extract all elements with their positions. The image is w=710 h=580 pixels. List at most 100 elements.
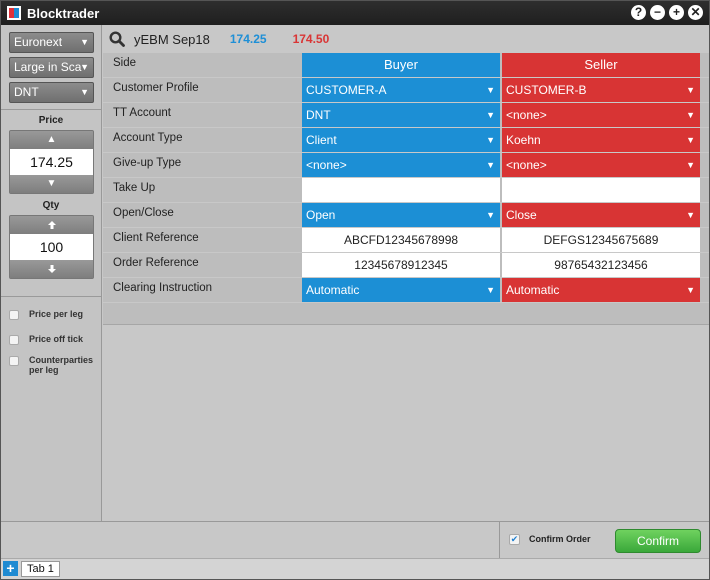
help-icon[interactable]: ? [631,5,646,20]
seller-client-reference-input[interactable]: DEFGS12345675689 [502,228,700,252]
buyer-order-reference-input[interactable]: 12345678912345 [302,253,500,277]
buyer-tt-account-select[interactable]: DNT ▼ [302,103,500,127]
seller-account-type-select[interactable]: Koehn ▼ [502,128,700,152]
select-value: Automatic [306,283,360,297]
row-label: Take Up [113,182,156,194]
row-label: Open/Close [113,207,174,219]
table-row-client-reference: Client Reference ABCFD12345678998 DEFGS1… [103,228,709,253]
select-value: Client [306,133,337,147]
price-per-leg-checkbox[interactable] [9,310,19,320]
account-value: DNT [14,85,39,99]
table-row-give-up-type: Give-up Type <none> ▼ <none> ▼ [103,153,709,178]
seller-customer-profile-select[interactable]: CUSTOMER-B ▼ [502,78,700,102]
qty-decrement-button[interactable] [10,260,93,278]
price-off-tick-option[interactable]: Price off tick [9,334,95,345]
counterparties-per-leg-label: Counterparties per leg [29,355,94,375]
row-label: Clearing Instruction [113,282,213,294]
arrow-up-icon [47,221,56,229]
qty-increment-button[interactable] [10,216,93,234]
select-value: Koehn [506,133,541,147]
select-value: <none> [506,108,547,122]
buyer-header: Buyer [302,53,500,77]
table-row-account-type: Account Type Client ▼ Koehn ▼ [103,128,709,153]
chevron-down-icon: ▼ [486,110,495,120]
select-value: CUSTOMER-A [306,83,387,97]
price-increment-button[interactable]: ▲ [10,131,93,149]
block-type-value: Large in Sca [14,60,82,74]
seller-open-close-select[interactable]: Close ▼ [502,203,700,227]
buyer-account-type-select[interactable]: Client ▼ [302,128,500,152]
qty-label: Qty [42,200,60,211]
table-row-order-reference: Order Reference 12345678912345 987654321… [103,253,709,278]
qty-input[interactable]: 100 [10,234,93,260]
instrument-name[interactable]: yEBM Sep18 [134,32,210,47]
buyer-open-close-select[interactable]: Open ▼ [302,203,500,227]
confirm-button[interactable]: Confirm [615,529,701,553]
tab-1[interactable]: Tab 1 [21,561,60,577]
divider [499,522,500,559]
close-icon[interactable]: ✕ [688,5,703,20]
select-value: DNT [306,108,331,122]
window-title: Blocktrader [27,5,100,21]
table-row-clearing-instruction: Clearing Instruction Automatic ▼ Automat… [103,278,709,303]
seller-tt-account-select[interactable]: <none> ▼ [502,103,700,127]
price-input[interactable]: 174.25 [10,149,93,175]
search-icon[interactable] [109,31,125,47]
seller-take-up-input[interactable] [502,178,700,202]
account-dropdown[interactable]: DNT ▼ [9,82,94,103]
row-label: Give-up Type [113,157,182,169]
row-label: TT Account [113,107,171,119]
app-logo-icon [7,6,21,20]
market-dropdown[interactable]: Euronext ▼ [9,32,94,53]
row-label: Client Reference [113,232,199,244]
left-panel: Euronext ▼ Large in Sca ▼ DNT ▼ Price ▲ … [1,25,102,522]
row-label: Account Type [113,132,183,144]
buyer-give-up-type-select[interactable]: <none> ▼ [302,153,500,177]
block-type-dropdown[interactable]: Large in Sca ▼ [9,57,94,78]
arrow-down-icon [47,265,56,273]
seller-give-up-type-select[interactable]: <none> ▼ [502,153,700,177]
market-value: Euronext [14,35,63,49]
title-bar[interactable]: Blocktrader ? − + ✕ [1,1,709,25]
counterparties-per-leg-option[interactable]: Counterparties per leg [9,355,95,375]
main-panel: yEBM Sep18 174.25 174.50 Side Buyer Sell… [103,25,709,522]
table-row-side: Side Buyer Seller [103,53,709,78]
divider [1,109,101,110]
chevron-down-icon: ▼ [486,285,495,295]
table-row-tt-account: TT Account DNT ▼ <none> ▼ [103,103,709,128]
chevron-down-icon: ▼ [486,160,495,170]
row-label: Order Reference [113,257,199,269]
chevron-down-icon: ▼ [686,135,695,145]
select-value: Close [506,208,537,222]
chevron-down-icon: ▼ [80,87,89,97]
window-controls: ? − + ✕ [631,5,703,20]
price-off-tick-checkbox[interactable] [9,335,19,345]
price-per-leg-label: Price per leg [29,309,84,319]
table-row-take-up: Take Up [103,178,709,203]
chevron-down-icon: ▼ [486,210,495,220]
seller-order-reference-input[interactable]: 98765432123456 [502,253,700,277]
minimize-icon[interactable]: − [650,5,665,20]
select-value: Automatic [506,283,560,297]
price-per-leg-option[interactable]: Price per leg [9,309,95,320]
qty-stepper: 100 [9,215,94,279]
price-off-tick-label: Price off tick [29,334,84,344]
seller-clearing-instruction-select[interactable]: Automatic ▼ [502,278,700,302]
chevron-down-icon: ▼ [686,85,695,95]
chevron-down-icon: ▼ [686,110,695,120]
price-decrement-button[interactable]: ▼ [10,175,93,193]
divider [1,296,101,297]
buyer-client-reference-input[interactable]: ABCFD12345678998 [302,228,500,252]
maximize-icon[interactable]: + [669,5,684,20]
buyer-clearing-instruction-select[interactable]: Automatic ▼ [302,278,500,302]
counterparties-per-leg-checkbox[interactable] [9,356,19,366]
buyer-customer-profile-select[interactable]: CUSTOMER-A ▼ [302,78,500,102]
seller-header: Seller [502,53,700,77]
select-value: CUSTOMER-B [506,83,587,97]
buyer-take-up-input[interactable] [302,178,500,202]
chevron-down-icon: ▼ [486,135,495,145]
confirm-order-checkbox[interactable]: ✔ [509,534,520,545]
tab-bar: + Tab 1 [1,558,709,579]
add-tab-button[interactable]: + [3,561,18,576]
grid-footer-strip [103,303,709,325]
